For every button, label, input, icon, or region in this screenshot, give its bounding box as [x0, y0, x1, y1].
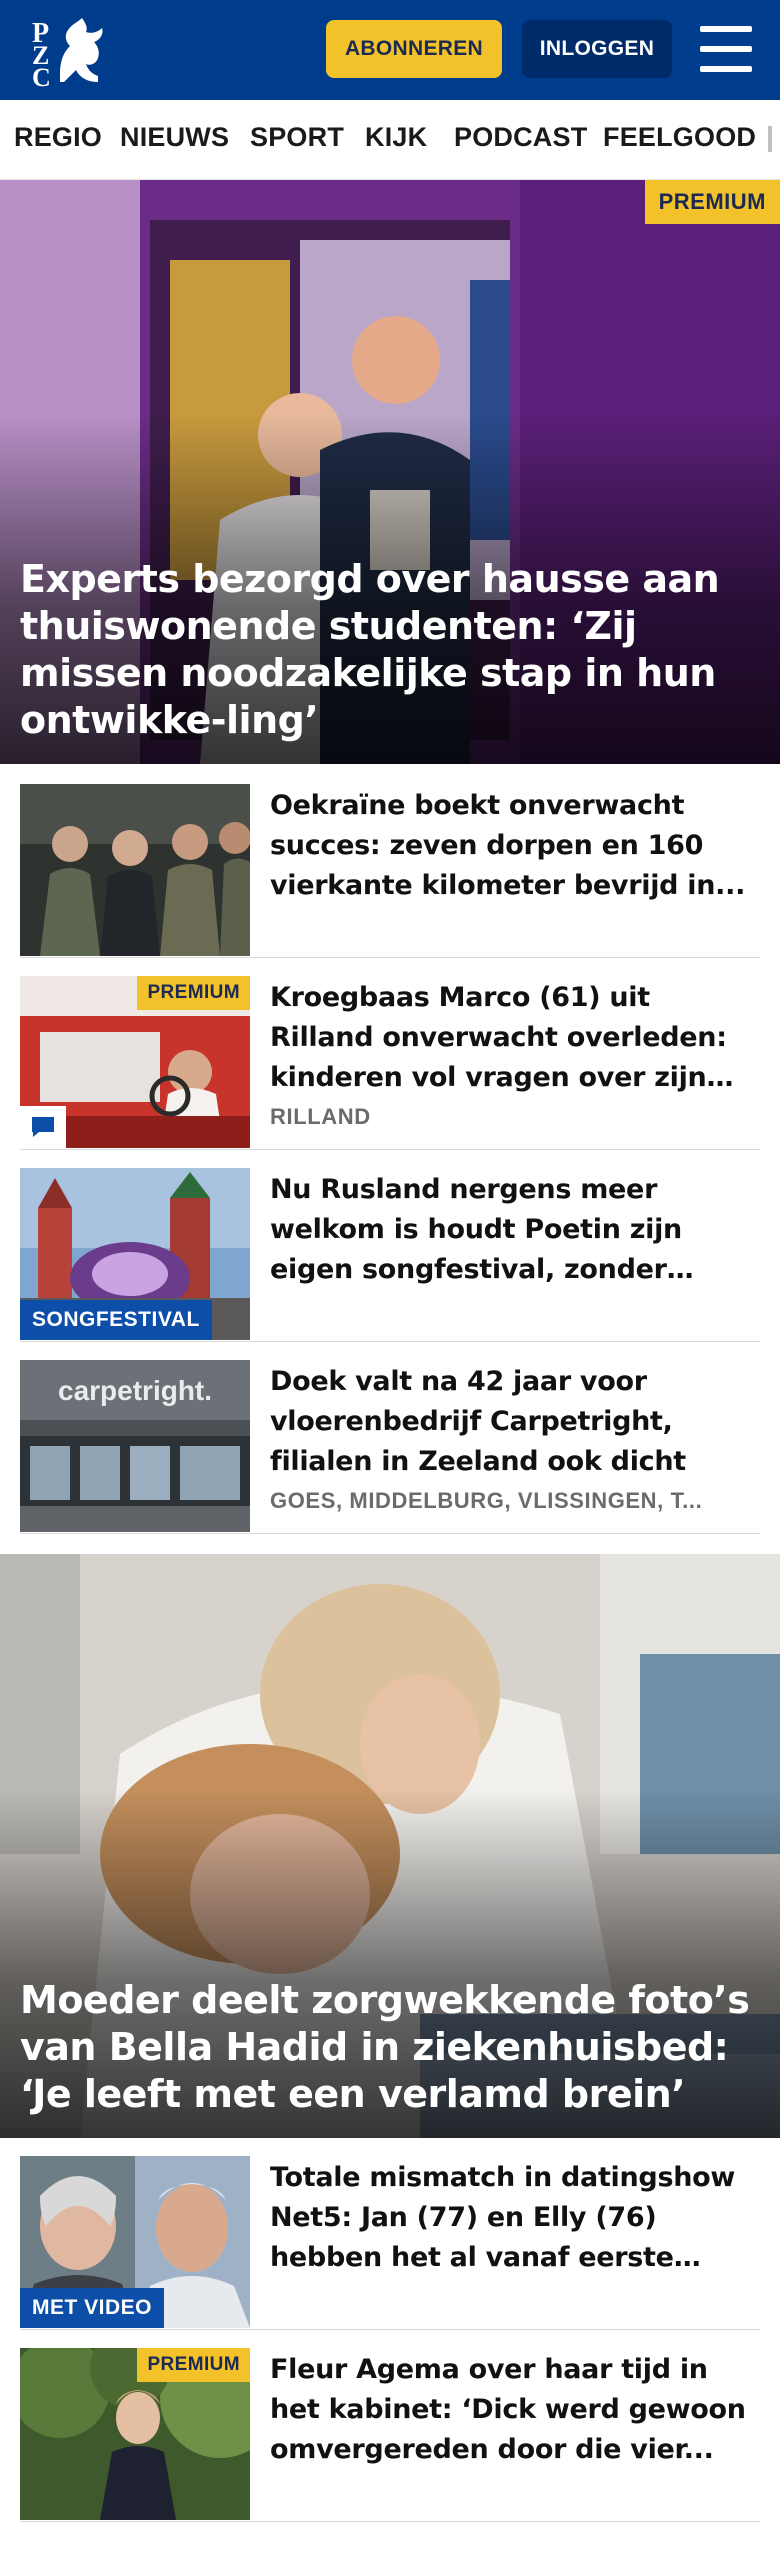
- nav-item-feelgood[interactable]: FEELGOOD: [603, 122, 756, 153]
- subscribe-button[interactable]: ABONNEREN: [326, 20, 502, 78]
- article-thumbnail: [20, 784, 250, 956]
- premium-badge: PREMIUM: [137, 2348, 250, 2382]
- premium-badge: PREMIUM: [644, 180, 780, 224]
- list-item[interactable]: SONGFESTIVAL Nu Rusland nergens meer wel…: [20, 1168, 760, 1342]
- nav-item-nieuws[interactable]: NIEUWS: [120, 122, 229, 153]
- article-label: SONGFESTIVAL: [20, 1300, 212, 1340]
- hero-article-2[interactable]: Moeder deelt zorgwekkende foto’s van Bel…: [0, 1554, 780, 2138]
- top-bar: P Z C ABONNEREN INLOGGEN: [0, 0, 780, 100]
- article-thumbnail: MET VIDEO: [20, 2156, 250, 2328]
- article-title[interactable]: Oekraïne boekt onverwacht succes: zeven …: [270, 786, 750, 906]
- nav-item-podcast[interactable]: PODCAST: [454, 122, 587, 153]
- svg-text:C: C: [32, 63, 51, 88]
- article-location: RILLAND: [270, 1104, 371, 1129]
- article-title[interactable]: Doek valt na 42 jaar voor vloerenbedrijf…: [270, 1362, 750, 1482]
- article-title[interactable]: Nu Rusland nergens meer welkom is houdt …: [270, 1170, 750, 1290]
- pzc-logo[interactable]: P Z C: [26, 12, 116, 92]
- carpetright-sign: carpetright.: [58, 1375, 212, 1406]
- login-button[interactable]: INLOGGEN: [522, 20, 672, 78]
- article-location: GOES, MIDDELBURG, VLISSINGEN, T...: [270, 1488, 703, 1513]
- hamburger-menu-icon[interactable]: [700, 26, 752, 72]
- list-item[interactable]: PREMIUM Kroegbaas Marco (61) uit Rilland…: [20, 976, 760, 1150]
- list-item[interactable]: PREMIUM Fleur Agema over haar tijd in he…: [20, 2348, 760, 2522]
- hero-article-1[interactable]: PREMIUM Experts bezorgd over hausse aan …: [0, 180, 780, 764]
- section-nav: REGIO NIEUWS SPORT KIJK PODCAST FEELGOOD: [0, 100, 780, 180]
- article-label: MET VIDEO: [20, 2288, 165, 2328]
- article-thumbnail: carpetright.: [20, 1360, 250, 1532]
- list-item[interactable]: carpetright. Doek valt na 42 jaar voor v…: [20, 1360, 760, 1534]
- list-item[interactable]: Oekraïne boekt onverwacht succes: zeven …: [20, 784, 760, 958]
- hero-title[interactable]: Experts bezorgd over hausse aan thuiswon…: [20, 556, 756, 744]
- nav-item-regio[interactable]: REGIO: [14, 122, 102, 153]
- article-thumbnail: PREMIUM: [20, 2348, 250, 2520]
- nav-item-kijk[interactable]: KIJK: [365, 122, 427, 153]
- article-thumbnail: PREMIUM: [20, 976, 250, 1148]
- article-title[interactable]: Fleur Agema over haar tijd in het kabine…: [270, 2350, 750, 2470]
- nav-overflow-indicator: [768, 126, 772, 152]
- hero-title[interactable]: Moeder deelt zorgwekkende foto’s van Bel…: [20, 1977, 756, 2118]
- premium-badge: PREMIUM: [137, 976, 250, 1010]
- article-title[interactable]: Kroegbaas Marco (61) uit Rilland onverwa…: [270, 978, 750, 1098]
- list-item[interactable]: MET VIDEO Totale mismatch in datingshow …: [20, 2156, 760, 2330]
- article-title[interactable]: Totale mismatch in datingshow Net5: Jan …: [270, 2158, 750, 2278]
- nav-item-sport[interactable]: SPORT: [250, 122, 344, 153]
- comment-icon: [20, 1106, 66, 1148]
- article-thumbnail: SONGFESTIVAL: [20, 1168, 250, 1340]
